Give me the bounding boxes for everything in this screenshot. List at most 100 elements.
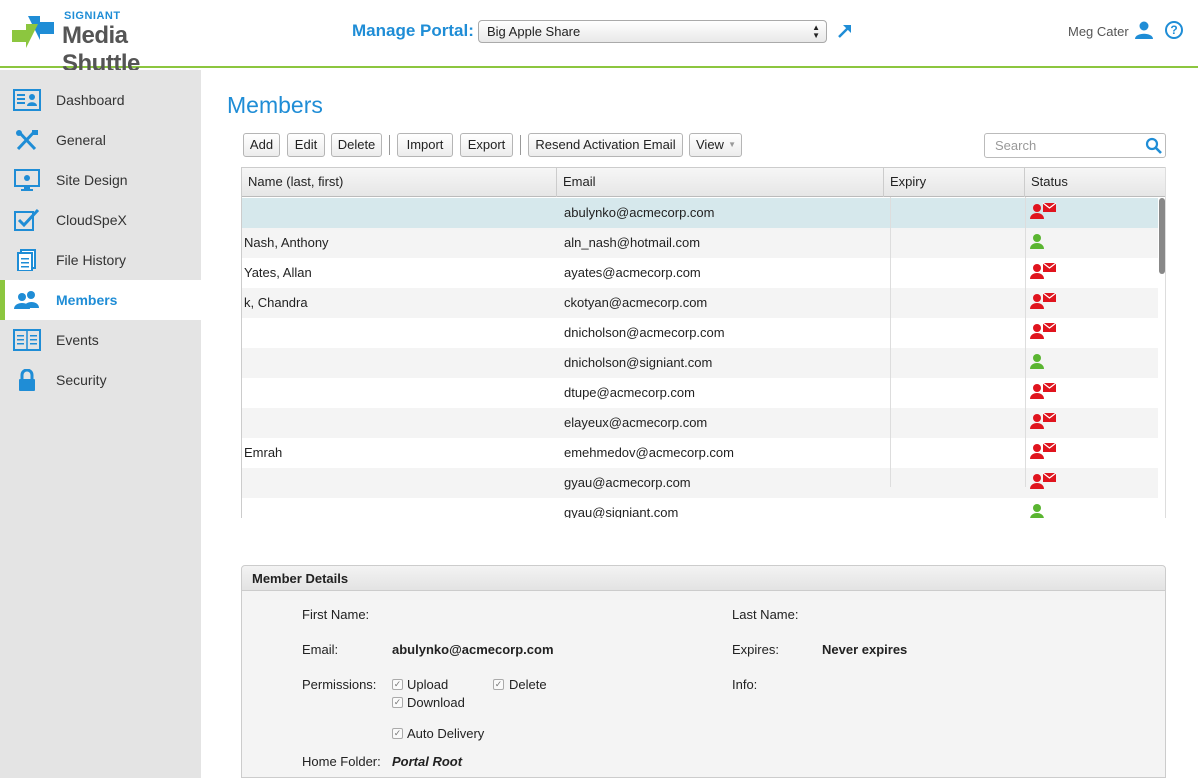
column-divider [890, 197, 891, 487]
user-icon[interactable] [1134, 20, 1154, 40]
active-user-icon [1030, 354, 1044, 369]
column-header-name[interactable]: Name (last, first) [248, 174, 343, 189]
table-scrollbar[interactable] [1159, 198, 1165, 274]
home-folder-label: Home Folder: [302, 754, 381, 769]
sidebar-item-label: Events [56, 332, 99, 348]
table-row[interactable]: dtupe@acmecorp.com [242, 378, 1158, 408]
table-row[interactable]: elayeux@acmecorp.com [242, 408, 1158, 438]
monitor-icon [14, 169, 40, 191]
toolbar-divider [520, 135, 521, 155]
member-email-cell: dnicholson@signiant.com [564, 355, 713, 370]
table-row[interactable]: gyau@signiant.com [242, 498, 1158, 518]
member-details-title: Member Details [252, 571, 349, 586]
download-permission-label: Download [407, 695, 465, 710]
expires-value: Never expires [822, 642, 908, 657]
download-checkbox: ✓ [392, 697, 403, 708]
sidebar-item-label: File History [56, 252, 127, 268]
sidebar-item-security[interactable]: Security [0, 360, 201, 400]
column-header-expiry[interactable]: Expiry [890, 174, 926, 189]
dashboard-icon [13, 89, 41, 111]
sidebar-item-members[interactable]: Members [0, 280, 201, 320]
select-arrows-icon: ▲ ▼ [812, 23, 820, 40]
auto-delivery-checkbox: ✓ [392, 728, 403, 739]
last-name-label: Last Name: [732, 607, 799, 622]
import-button[interactable]: Import [397, 133, 453, 157]
delete-button[interactable]: Delete [331, 133, 382, 157]
info-label: Info: [732, 677, 758, 692]
table-row[interactable]: dnicholson@signiant.com [242, 348, 1158, 378]
lock-icon [19, 369, 35, 391]
page-title: Members [227, 92, 323, 118]
permissions-label: Permissions: [302, 677, 377, 692]
portal-select[interactable]: Big Apple Share ▲ ▼ [478, 20, 827, 43]
active-user-icon [1030, 234, 1044, 249]
members-table: Name (last, first) Email Expiry Status a… [241, 167, 1166, 518]
view-menu-button[interactable]: View ▼ [689, 133, 742, 157]
pending-user-mail-icon [1030, 382, 1057, 399]
pending-user-mail-icon [1030, 442, 1057, 459]
chevron-down-icon: ▼ [728, 140, 736, 149]
table-row[interactable]: Yates, Allan ayates@acmecorp.com [242, 258, 1158, 288]
sidebar-item-events[interactable]: Events [0, 320, 201, 360]
list-icon [13, 329, 41, 351]
sidebar-item-file-history[interactable]: File History [0, 240, 201, 280]
search-input[interactable]: Search [984, 133, 1166, 158]
table-header: Name (last, first) Email Expiry Status [242, 167, 1165, 197]
add-button[interactable]: Add [243, 133, 280, 157]
column-divider [556, 168, 557, 197]
column-divider [883, 168, 884, 197]
export-button[interactable]: Export [460, 133, 513, 157]
portal-select-value: Big Apple Share [487, 24, 581, 39]
column-header-email[interactable]: Email [563, 174, 596, 189]
auto-delivery-permission-label: Auto Delivery [407, 726, 485, 741]
user-name[interactable]: Meg Cater [1068, 24, 1129, 39]
pending-user-mail-icon [1030, 262, 1057, 279]
member-name-cell: Emrah [244, 445, 283, 460]
member-email-cell: ckotyan@acmecorp.com [564, 295, 708, 310]
resend-activation-email-button[interactable]: Resend Activation Email [528, 133, 683, 157]
active-user-icon [1030, 504, 1044, 518]
member-email-cell: gyau@acmecorp.com [564, 475, 691, 490]
first-name-label: First Name: [302, 607, 370, 622]
member-details-panel: Member Details First Name: Last Name: Em… [241, 565, 1166, 778]
sidebar-item-label: General [56, 132, 106, 148]
brand-name: SIGNIANT [64, 10, 121, 22]
sidebar-item-general[interactable]: General [0, 120, 201, 160]
pending-user-mail-icon [1030, 292, 1057, 309]
help-icon[interactable]: ? [1165, 21, 1183, 39]
member-email-cell: aln_nash@hotmail.com [564, 235, 701, 250]
column-divider [1024, 168, 1025, 197]
document-icon [17, 249, 36, 271]
member-email-cell: emehmedov@acmecorp.com [564, 445, 734, 460]
sidebar-item-dashboard[interactable]: Dashboard [0, 80, 201, 120]
table-row[interactable]: gyau@acmecorp.com [242, 468, 1158, 498]
toolbar-divider [389, 135, 390, 155]
upload-permission-label: Upload [407, 677, 449, 692]
member-email-cell: elayeux@acmecorp.com [564, 415, 708, 430]
open-portal-icon[interactable] [836, 22, 854, 40]
search-placeholder: Search [995, 138, 1037, 153]
sidebar-item-label: Dashboard [56, 92, 125, 108]
upload-checkbox: ✓ [392, 679, 403, 690]
member-name-cell: Nash, Anthony [244, 235, 329, 250]
table-row[interactable]: k, Chandra ckotyan@acmecorp.com [242, 288, 1158, 318]
member-email-cell: dtupe@acmecorp.com [564, 385, 695, 400]
table-row[interactable]: abulynko@acmecorp.com [242, 198, 1158, 228]
sidebar-item-cloudspex[interactable]: CloudSpeX [0, 200, 201, 240]
sidebar-item-label: CloudSpeX [56, 212, 127, 228]
sidebar-item-label: Security [56, 372, 107, 388]
tools-icon [16, 129, 38, 151]
table-row[interactable]: Emrah emehmedov@acmecorp.com [242, 438, 1158, 468]
home-folder-value: Portal Root [392, 754, 463, 769]
member-email-cell: ayates@acmecorp.com [564, 265, 701, 280]
media-shuttle-logo[interactable]: SIGNIANT Media Shuttle [10, 6, 200, 77]
column-header-status[interactable]: Status [1031, 174, 1068, 189]
edit-button[interactable]: Edit [287, 133, 325, 157]
search-icon[interactable] [1145, 137, 1163, 155]
column-divider [1025, 197, 1026, 487]
table-row[interactable]: Nash, Anthony aln_nash@hotmail.com [242, 228, 1158, 258]
sidebar-item-site-design[interactable]: Site Design [0, 160, 201, 200]
delete-checkbox: ✓ [493, 679, 504, 690]
table-row[interactable]: dnicholson@acmecorp.com [242, 318, 1158, 348]
pending-user-mail-icon [1030, 412, 1057, 429]
